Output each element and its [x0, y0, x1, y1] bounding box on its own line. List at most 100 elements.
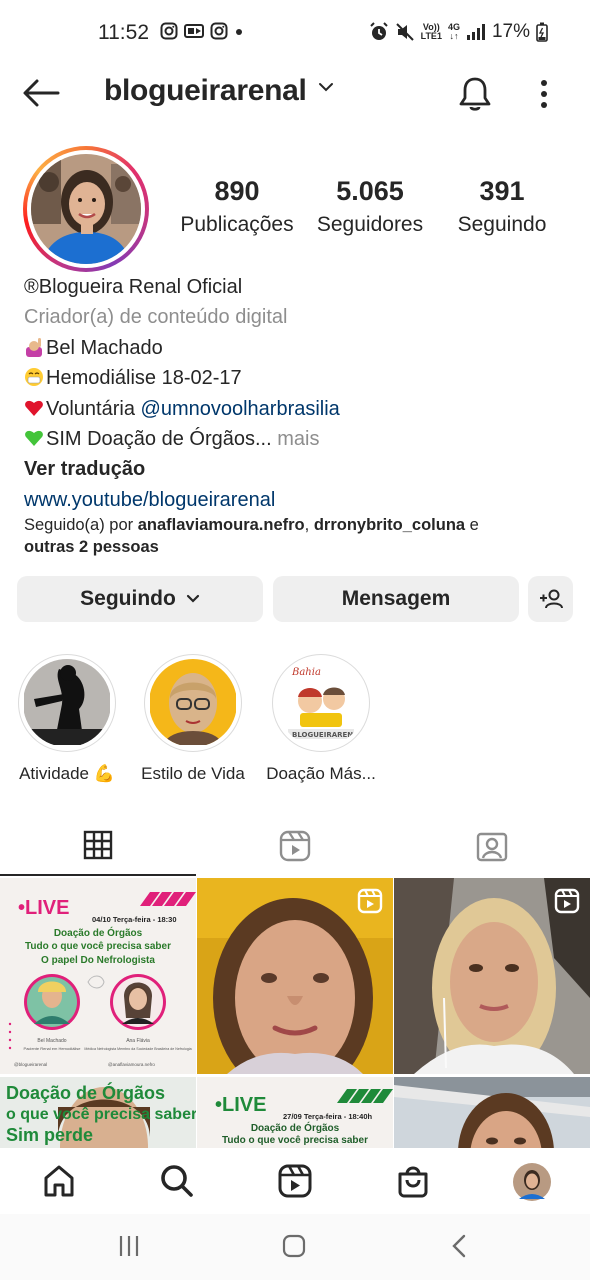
stat-following[interactable]: 391 Seguindo: [442, 176, 562, 237]
highlight-lifestyle[interactable]: Estilo de Vida: [131, 654, 255, 784]
suggest-people-button[interactable]: [528, 576, 573, 622]
home-button-icon[interactable]: [282, 1234, 306, 1258]
profile-name: ®Blogueira Renal Oficial: [24, 276, 243, 298]
bio-line-1: Bel Machado: [24, 333, 574, 363]
more-options-icon[interactable]: [534, 78, 554, 110]
bell-icon[interactable]: [458, 76, 492, 112]
back-arrow-icon[interactable]: [22, 78, 60, 108]
website-link[interactable]: www.youtube/blogueirarenal: [24, 485, 574, 515]
bio-line-2: Hemodiálise 18-02-17: [24, 363, 574, 393]
grid-post-2[interactable]: [197, 878, 393, 1074]
profile-tabs: [0, 816, 590, 876]
grid-post-6-image: [394, 1077, 590, 1148]
bio-line-4: SIM Doação de Órgãos... mais: [24, 424, 574, 454]
highlight-activity-image: [24, 659, 110, 745]
chevron-down-icon[interactable]: [318, 82, 334, 92]
dot-icon: [236, 29, 242, 35]
mute-icon: [395, 23, 414, 41]
svg-text:Sim perde: Sim perde: [6, 1125, 93, 1145]
highlight-lifestyle-label: Estilo de Vida: [141, 764, 245, 783]
recent-apps-icon[interactable]: [117, 1234, 141, 1258]
nav-reels[interactable]: [276, 1162, 314, 1200]
bio-line-3: Voluntária @umnovoolharbrasilia: [24, 394, 574, 424]
username-title[interactable]: blogueirarenal: [104, 74, 307, 108]
instagram-notif-icon: [160, 22, 178, 40]
translate-link[interactable]: Ver tradução: [24, 454, 574, 484]
instagram-notif-icon-2: [210, 22, 228, 40]
followed-by-others[interactable]: outras 2 pessoas: [24, 538, 159, 556]
svg-text:27/09 Terça-feira - 18:40h: 27/09 Terça-feira - 18:40h: [283, 1112, 372, 1121]
grid-post-1-image: •LIVE 04/10 Terça-feira - 18:30 Doação d…: [0, 878, 196, 1074]
nav-shop[interactable]: [394, 1162, 432, 1200]
highlight-activity[interactable]: Atividade 💪: [5, 654, 129, 784]
grid-post-4[interactable]: Doação de Órgãos o que você precisa sabe…: [0, 1077, 196, 1148]
followed-by[interactable]: Seguido(a) por anaflaviamoura.nefro, drr…: [24, 514, 574, 558]
raising-hand-emoji-icon: [26, 337, 42, 357]
highlight-donation[interactable]: Bahia BLOGUEIRARENAL Doação Más...: [259, 654, 383, 784]
video-notif-icon: [184, 24, 204, 38]
profile-bio: ®Blogueira Renal Oficial Criador(a) de c…: [24, 272, 574, 515]
bio-mention-link[interactable]: @umnovoolharbrasilia: [141, 398, 340, 420]
home-icon: [44, 1165, 74, 1197]
svg-text:o que você precisa saber: o que você precisa saber: [6, 1106, 196, 1123]
avatar-photo: [31, 154, 141, 264]
profile-category: Criador(a) de conteúdo digital: [24, 306, 288, 329]
stat-posts-value: 890: [214, 176, 260, 206]
grid-post-1[interactable]: •LIVE 04/10 Terça-feira - 18:30 Doação d…: [0, 878, 196, 1074]
svg-text:Doação de Órgãos: Doação de Órgãos: [6, 1082, 165, 1103]
reels-icon: [278, 1164, 312, 1198]
tab-reels[interactable]: [197, 816, 393, 876]
add-person-icon: [539, 589, 563, 609]
stat-followers-label: Seguidores: [316, 213, 424, 236]
bio-more-link[interactable]: mais: [272, 428, 319, 450]
grid-post-3[interactable]: [394, 878, 590, 1074]
back-button-icon[interactable]: [450, 1234, 470, 1258]
status-right: Vo)) LTE1 4G ↓↑ 17%: [369, 21, 548, 43]
profile-avatar[interactable]: [23, 146, 149, 272]
svg-text:Bel Machado: Bel Machado: [37, 1038, 66, 1044]
battery-icon: [536, 22, 548, 42]
nav-search[interactable]: [158, 1162, 196, 1200]
tab-posts-grid[interactable]: [0, 816, 196, 876]
svg-text:Tudo o que você precisa saber: Tudo o que você precisa saber: [222, 1135, 368, 1146]
signal-icon: [466, 24, 485, 40]
system-navigation-bar: [0, 1214, 590, 1280]
message-button[interactable]: Mensagem: [273, 576, 519, 622]
grid-post-5-image: •LIVE 27/09 Terça-feira - 18:40h Doação …: [197, 1077, 393, 1148]
stat-following-label: Seguindo: [457, 213, 547, 236]
tagged-person-icon: [476, 832, 508, 862]
stat-posts-label: Publicações: [180, 213, 294, 236]
message-button-label: Mensagem: [341, 587, 451, 610]
profile-avatar-small: [513, 1163, 551, 1201]
svg-text:04/10 Terça-feira - 18:30: 04/10 Terça-feira - 18:30: [92, 915, 177, 924]
stat-posts[interactable]: 890 Publicações: [170, 176, 304, 237]
tab-tagged[interactable]: [394, 816, 590, 876]
nav-home[interactable]: [40, 1162, 78, 1200]
4g-indicator: 4G ↓↑: [447, 22, 460, 41]
reel-badge-icon: [357, 888, 383, 919]
svg-text:Tudo o que você precisa saber: Tudo o que você precisa saber: [25, 941, 171, 952]
svg-text:@blogueirarenal: @blogueirarenal: [14, 1062, 47, 1067]
svg-text:Doação de Órgãos: Doação de Órgãos: [251, 1121, 340, 1134]
svg-text:Doação de Órgãos: Doação de Órgãos: [54, 926, 143, 939]
profile-header: blogueirarenal: [0, 68, 590, 120]
status-bar: 11:52 Vo)) LTE1 4G ↓↑ 17%: [0, 0, 590, 68]
nav-profile[interactable]: [512, 1162, 552, 1202]
grid-icon: [83, 830, 113, 860]
followed-by-user-1[interactable]: anaflaviamoura.nefro: [138, 516, 305, 534]
followed-by-user-2[interactable]: drronybrito_coluna: [314, 516, 465, 534]
chevron-down-icon: [186, 594, 199, 603]
stat-followers[interactable]: 5.065 Seguidores: [306, 176, 434, 237]
following-button-label: Seguindo: [80, 587, 176, 610]
search-icon: [161, 1165, 193, 1197]
svg-text:O papel Do Nefrologista: O papel Do Nefrologista: [41, 955, 155, 966]
battery-percent: 17%: [491, 21, 530, 42]
shopping-bag-icon: [398, 1166, 428, 1198]
svg-text:Médica Nefrologista Membro da: Médica Nefrologista Membro da Sociedade …: [84, 1047, 191, 1051]
grid-post-6[interactable]: [394, 1077, 590, 1148]
reel-badge-icon: [554, 888, 580, 919]
bottom-navigation: [0, 1148, 590, 1214]
highlight-activity-label: Atividade 💪: [19, 764, 115, 783]
grid-post-5[interactable]: •LIVE 27/09 Terça-feira - 18:40h Doação …: [197, 1077, 393, 1148]
following-button[interactable]: Seguindo: [17, 576, 263, 622]
